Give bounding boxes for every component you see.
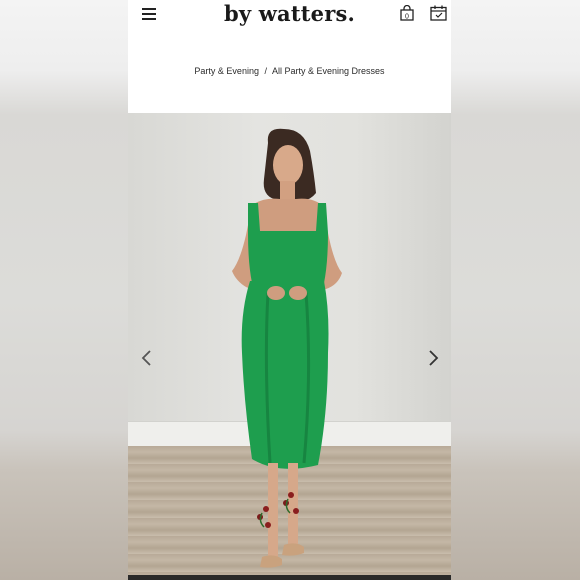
product-image[interactable] bbox=[128, 113, 451, 575]
breadcrumb-party-evening[interactable]: Party & Evening bbox=[194, 66, 259, 76]
mobile-page: by watters. 0 Party & Evening / All Part… bbox=[128, 0, 451, 580]
breadcrumb: Party & Evening / All Party & Evening Dr… bbox=[128, 66, 451, 76]
chevron-right-icon[interactable] bbox=[426, 349, 440, 367]
shopping-bag-icon[interactable]: 0 bbox=[400, 5, 414, 21]
site-header: by watters. 0 bbox=[128, 0, 451, 32]
chevron-left-icon[interactable] bbox=[140, 349, 154, 367]
calendar-check-icon[interactable] bbox=[430, 5, 447, 21]
breadcrumb-all-dresses[interactable]: All Party & Evening Dresses bbox=[272, 66, 385, 76]
cart-count: 0 bbox=[405, 13, 409, 20]
bottom-edge-bar bbox=[128, 575, 451, 580]
blurred-backdrop-right bbox=[451, 0, 580, 580]
model-in-green-dress bbox=[232, 128, 342, 568]
blurred-backdrop-left bbox=[0, 0, 128, 580]
breadcrumb-separator: / bbox=[264, 66, 267, 76]
